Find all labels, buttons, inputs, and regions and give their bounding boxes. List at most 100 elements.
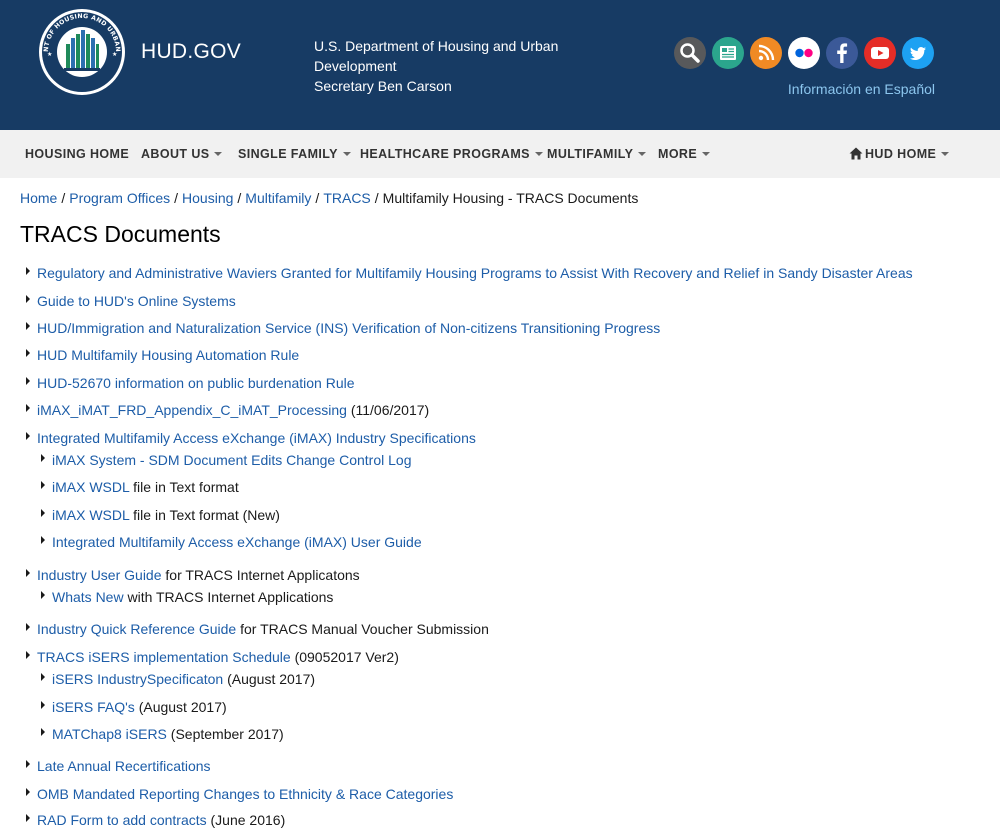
- document-link[interactable]: Whats New: [52, 589, 124, 605]
- breadcrumb-link-tracs[interactable]: TRACS: [323, 190, 370, 206]
- document-link[interactable]: Integrated Multifamily Access eXchange (…: [52, 534, 422, 550]
- list-item: Integrated Multifamily Access eXchange (…: [41, 534, 422, 550]
- document-note: (August 2017): [227, 671, 316, 687]
- document-link[interactable]: iMAX WSDL: [52, 507, 129, 523]
- document-link[interactable]: iMAX System - SDM Document Edits Change …: [52, 452, 411, 468]
- bullet-triangle-icon: [26, 432, 30, 440]
- document-link[interactable]: Industry User Guide: [37, 567, 162, 583]
- breadcrumb-separator: /: [174, 190, 179, 206]
- bullet-triangle-icon: [41, 536, 45, 544]
- document-note: (09052017 Ver2): [294, 649, 399, 665]
- bullet-triangle-icon: [26, 322, 30, 330]
- bullet-triangle-icon: [26, 267, 30, 275]
- document-note: (11/06/2017): [350, 402, 430, 418]
- breadcrumb-link-home[interactable]: Home: [20, 190, 57, 206]
- nav-label: MULTIFAMILY: [547, 147, 634, 161]
- bullet-triangle-icon: [41, 728, 45, 736]
- list-item: HUD/Immigration and Naturalization Servi…: [26, 320, 660, 336]
- document-note: (August 2017): [138, 699, 227, 715]
- nav-item-more[interactable]: MORE: [658, 147, 711, 161]
- document-link[interactable]: Late Annual Recertifications: [37, 758, 211, 774]
- breadcrumb-link-program-offices[interactable]: Program Offices: [69, 190, 170, 206]
- email-icon[interactable]: [712, 37, 744, 69]
- list-item: MATChap8 iSERS (September 2017): [41, 726, 284, 742]
- nav-item-healthcare-programs[interactable]: HEALTHCARE PROGRAMS: [360, 147, 543, 161]
- document-link[interactable]: Guide to HUD's Online Systems: [37, 293, 236, 309]
- bullet-triangle-icon: [26, 349, 30, 357]
- nav-label: HUD HOME: [865, 147, 937, 161]
- chevron-down-icon: [702, 151, 711, 156]
- nav-label: ABOUT US: [141, 147, 210, 161]
- bullet-triangle-icon: [41, 591, 45, 599]
- document-link[interactable]: Regulatory and Administrative Waviers Gr…: [37, 265, 913, 281]
- nav-label: MORE: [658, 147, 698, 161]
- main-nav: HOUSING HOME ABOUT US SINGLE FAMILY HEAL…: [0, 130, 1000, 178]
- nav-item-hud-home[interactable]: HUD HOME: [849, 147, 950, 161]
- rss-icon[interactable]: [750, 37, 782, 69]
- document-link[interactable]: OMB Mandated Reporting Changes to Ethnic…: [37, 786, 453, 802]
- bullet-triangle-icon: [26, 760, 30, 768]
- list-item: iMAX_iMAT_FRD_Appendix_C_iMAT_Processing…: [26, 402, 429, 418]
- nav-label: HEALTHCARE PROGRAMS: [360, 147, 530, 161]
- document-note: for TRACS Manual Voucher Submission: [240, 621, 489, 637]
- document-note: file in Text format: [133, 479, 239, 495]
- list-item: HUD-52670 information on public burdenat…: [26, 375, 355, 391]
- chevron-down-icon: [941, 151, 950, 156]
- nav-item-multifamily[interactable]: MULTIFAMILY: [547, 147, 647, 161]
- breadcrumb-link-multifamily[interactable]: Multifamily: [245, 190, 311, 206]
- document-link[interactable]: MATChap8 iSERS: [52, 726, 167, 742]
- bullet-triangle-icon: [41, 454, 45, 462]
- facebook-icon[interactable]: [826, 37, 858, 69]
- list-item: Late Annual Recertifications: [26, 758, 211, 774]
- flickr-icon[interactable]: [788, 37, 820, 69]
- list-item: iMAX WSDL file in Text format (New): [41, 507, 280, 523]
- list-item: Industry Quick Reference Guide for TRACS…: [26, 621, 489, 637]
- department-info: U.S. Department of Housing and Urban Dev…: [314, 36, 594, 96]
- bullet-triangle-icon: [26, 377, 30, 385]
- twitter-icon[interactable]: [902, 37, 934, 69]
- site-header: ★ ★ U.S. DEPARTMENT OF HOUSING AND URBAN…: [0, 0, 1000, 130]
- document-link[interactable]: iSERS FAQ's: [52, 699, 135, 715]
- site-name[interactable]: HUD.GOV: [141, 40, 241, 64]
- document-note: (June 2016): [210, 812, 286, 828]
- document-link[interactable]: HUD Multifamily Housing Automation Rule: [37, 347, 299, 363]
- chevron-down-icon: [342, 151, 351, 156]
- search-icon[interactable]: [674, 37, 706, 69]
- nav-item-single-family[interactable]: SINGLE FAMILY: [238, 147, 351, 161]
- nav-item-about-us[interactable]: ABOUT US: [141, 147, 223, 161]
- youtube-icon[interactable]: [864, 37, 896, 69]
- bullet-triangle-icon: [26, 788, 30, 796]
- document-link[interactable]: iSERS IndustrySpecificaton: [52, 671, 223, 687]
- list-item: Whats New with TRACS Internet Applicatio…: [41, 589, 333, 605]
- nav-label: HOUSING HOME: [25, 147, 130, 161]
- bullet-triangle-icon: [26, 569, 30, 577]
- chevron-down-icon: [638, 151, 647, 156]
- spanish-link[interactable]: Información en Español: [788, 81, 935, 97]
- document-link[interactable]: HUD/Immigration and Naturalization Servi…: [37, 320, 660, 336]
- department-name: U.S. Department of Housing and Urban Dev…: [314, 38, 559, 74]
- breadcrumb-link-housing[interactable]: Housing: [182, 190, 233, 206]
- document-link[interactable]: RAD Form to add contracts: [37, 812, 207, 828]
- breadcrumb-separator: /: [374, 190, 379, 206]
- bullet-triangle-icon: [41, 673, 45, 681]
- list-item: iSERS IndustrySpecificaton (August 2017): [41, 671, 315, 687]
- bullet-triangle-icon: [26, 295, 30, 303]
- breadcrumb: Home / Program Offices / Housing / Multifamily…: [20, 190, 638, 206]
- bullet-triangle-icon: [26, 404, 30, 412]
- document-link[interactable]: iMAX_iMAT_FRD_Appendix_C_iMAT_Processing: [37, 402, 347, 418]
- list-item: RAD Form to add contracts (June 2016): [26, 812, 285, 828]
- bullet-triangle-icon: [26, 814, 30, 822]
- nav-item-housing-home[interactable]: HOUSING HOME: [25, 147, 129, 161]
- breadcrumb-current: Multifamily Housing - TRACS Documents: [382, 190, 639, 206]
- document-link[interactable]: Industry Quick Reference Guide: [37, 621, 236, 637]
- list-item: Integrated Multifamily Access eXchange (…: [26, 430, 476, 446]
- document-link[interactable]: iMAX WSDL: [52, 479, 129, 495]
- document-link[interactable]: Integrated Multifamily Access eXchange (…: [37, 430, 476, 446]
- nav-label: SINGLE FAMILY: [238, 147, 338, 161]
- document-link[interactable]: TRACS iSERS implementation Schedule: [37, 649, 291, 665]
- chevron-down-icon: [214, 151, 223, 156]
- chevron-down-icon: [534, 151, 543, 156]
- document-link[interactable]: HUD-52670 information on public burdenat…: [37, 375, 355, 391]
- list-item: OMB Mandated Reporting Changes to Ethnic…: [26, 786, 453, 802]
- hud-seal-logo[interactable]: ★ ★ U.S. DEPARTMENT OF HOUSING AND URBAN…: [38, 8, 126, 96]
